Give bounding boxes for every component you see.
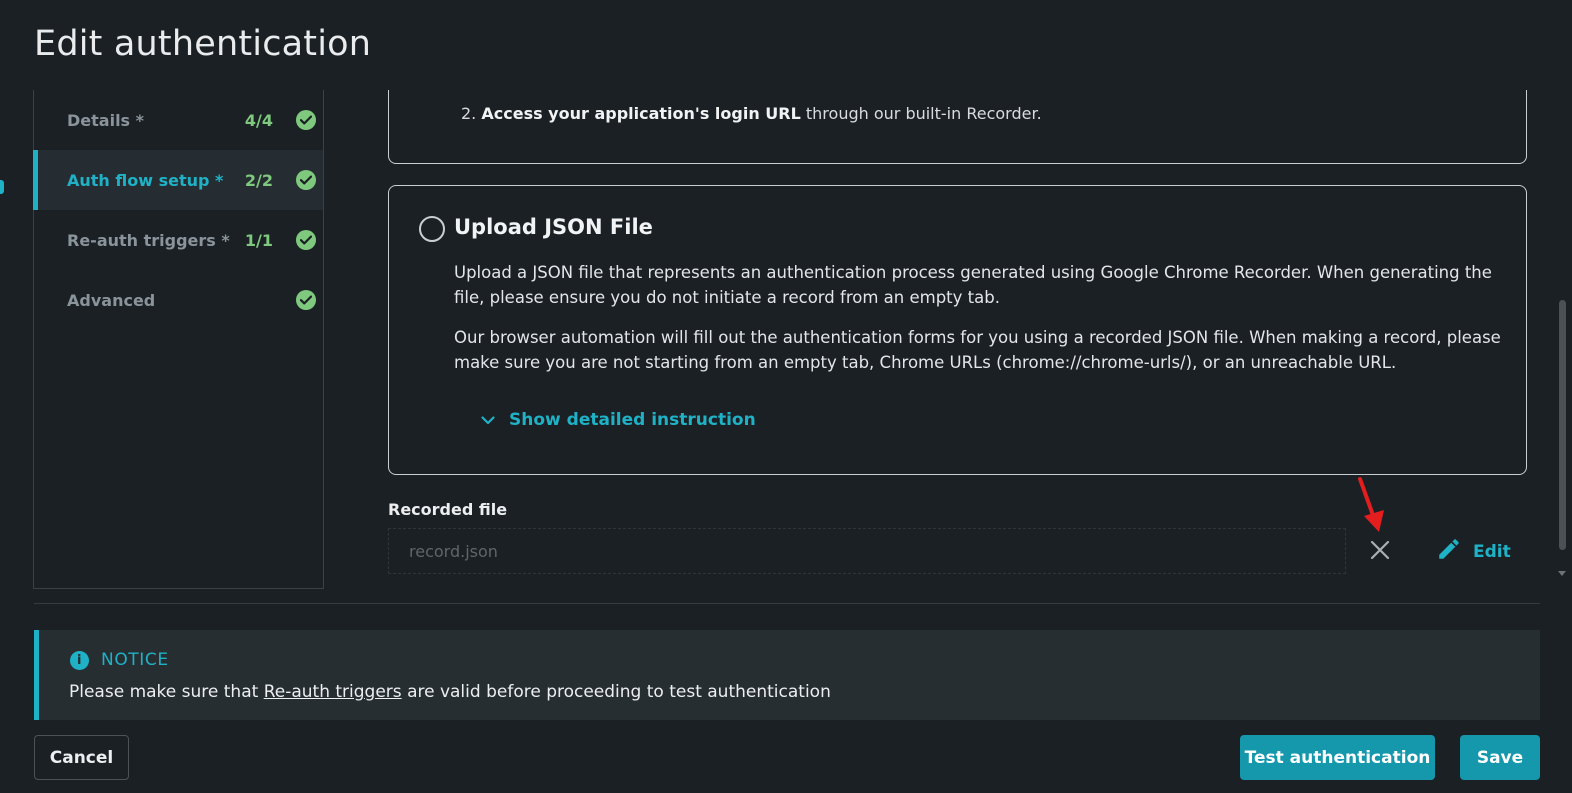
- info-icon: i: [70, 650, 89, 670]
- scrollbar-thumb[interactable]: [1559, 300, 1566, 550]
- recorded-file-input[interactable]: [388, 528, 1346, 574]
- notice-banner: i NOTICE Please make sure that Re-auth t…: [34, 630, 1540, 720]
- step-bold-text: Access your application's login URL: [481, 104, 801, 123]
- recorder-option-card[interactable]: 2. Access your application's login URL t…: [388, 90, 1527, 164]
- notice-text-after: are valid before proceeding to test auth…: [407, 682, 831, 702]
- step-label: Advanced: [67, 290, 156, 310]
- check-circle-icon: [296, 170, 316, 190]
- show-detailed-instruction-link[interactable]: Show detailed instruction: [481, 410, 756, 430]
- upload-json-description: Upload a JSON file that represents an au…: [454, 263, 1492, 307]
- content-scrollbar[interactable]: [1557, 90, 1568, 576]
- close-icon: [1370, 540, 1390, 564]
- steps-sidebar: Details * 4/4 Auth flow setup * 2/2 Re-a…: [33, 90, 324, 589]
- step-count: 1/1: [244, 230, 273, 250]
- check-circle-icon: [296, 230, 316, 250]
- sidebar-item-auth-flow-setup[interactable]: Auth flow setup * 2/2: [33, 150, 323, 210]
- step-label: Details *: [67, 110, 145, 130]
- recorded-file-label: Recorded file: [388, 500, 508, 519]
- check-circle-icon: [296, 290, 316, 310]
- step-number: 2.: [461, 104, 477, 123]
- edit-authentication-modal: Edit authentication Details * 4/4 Auth f…: [0, 0, 1572, 793]
- pencil-icon: [1436, 536, 1462, 567]
- step-count: 4/4: [244, 110, 273, 130]
- chevron-down-icon: [481, 410, 495, 430]
- show-detailed-instruction-label: Show detailed instruction: [509, 410, 756, 430]
- sidebar-item-details[interactable]: Details * 4/4: [34, 90, 323, 150]
- notice-heading-label: NOTICE: [101, 650, 169, 670]
- edge-indicator: [0, 180, 4, 194]
- edit-file-button[interactable]: Edit: [1436, 536, 1511, 567]
- upload-json-option-card[interactable]: Upload JSON File Upload a JSON file that…: [388, 185, 1527, 475]
- re-auth-triggers-link[interactable]: Re-auth triggers: [264, 682, 402, 702]
- check-circle-icon: [296, 110, 316, 130]
- clear-file-button[interactable]: [1366, 538, 1394, 566]
- upload-json-title: Upload JSON File: [454, 215, 653, 239]
- sidebar-item-re-auth-triggers[interactable]: Re-auth triggers * 1/1: [34, 210, 323, 270]
- step-label: Auth flow setup *: [67, 170, 224, 190]
- annotation-arrow-icon: [1358, 477, 1384, 532]
- notice-text-before: Please make sure that: [69, 682, 259, 702]
- step-rest-text: through our built-in Recorder.: [805, 104, 1042, 123]
- step-count: 2/2: [244, 170, 273, 190]
- recorder-step-text: 2. Access your application's login URL t…: [461, 104, 1042, 123]
- save-button[interactable]: Save: [1460, 735, 1540, 780]
- test-authentication-button[interactable]: Test authentication: [1240, 735, 1435, 780]
- step-label: Re-auth triggers *: [67, 230, 230, 250]
- edit-label: Edit: [1473, 541, 1511, 562]
- cancel-button[interactable]: Cancel: [34, 735, 129, 780]
- upload-json-automation-note: Our browser automation will fill out the…: [454, 328, 1501, 372]
- modal-title: Edit authentication: [34, 24, 372, 64]
- footer-divider: [34, 603, 1540, 604]
- sidebar-item-advanced[interactable]: Advanced: [34, 270, 323, 330]
- scroll-down-arrow-icon[interactable]: [1558, 571, 1566, 576]
- notice-heading: i NOTICE: [70, 650, 169, 670]
- notice-message: Please make sure that Re-auth triggers a…: [69, 682, 831, 702]
- upload-json-radio[interactable]: [419, 216, 445, 242]
